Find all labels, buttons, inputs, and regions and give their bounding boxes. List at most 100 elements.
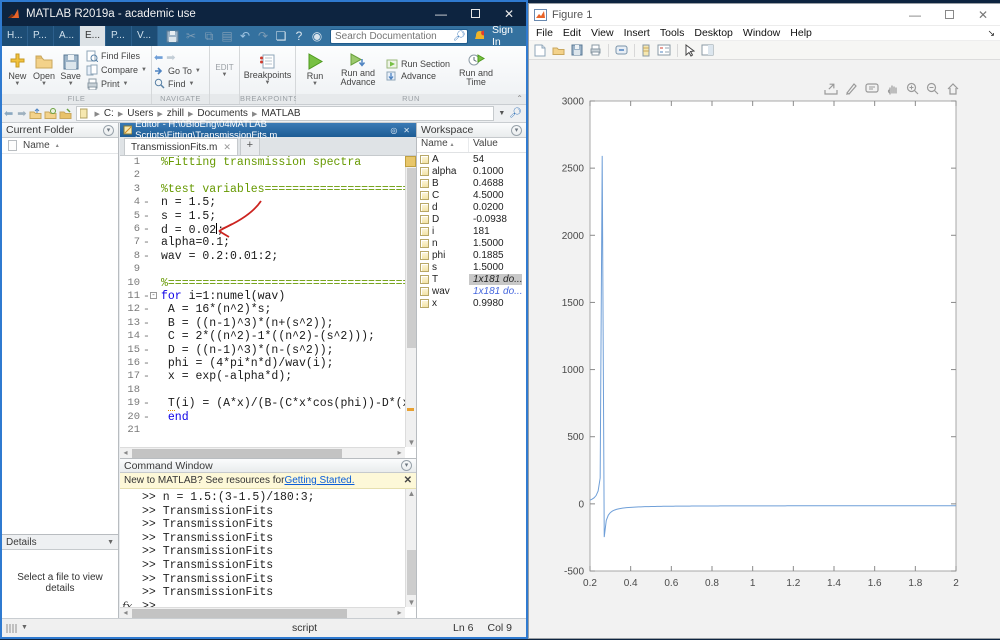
copy-icon[interactable]: ⧉ (202, 29, 216, 44)
collapse-ribbon-icon[interactable]: ⌃ (516, 94, 523, 103)
switch-windows-icon[interactable]: ❏ (274, 29, 288, 43)
notification-bell-icon[interactable] (474, 30, 484, 42)
editor-vertical-scrollbar[interactable]: ▲ ▼ (405, 156, 416, 447)
code-line-21[interactable]: 21 (120, 424, 405, 437)
link-plot-icon[interactable] (615, 44, 628, 56)
new-button[interactable]: New▼ (6, 53, 29, 87)
minimize-button[interactable]: — (424, 2, 458, 26)
code-line-11[interactable]: 11--for i=1:numel(wav) (120, 290, 405, 303)
code-line-4[interactable]: 4-n = 1.5; (120, 196, 405, 209)
editor-close-icon[interactable]: ✕ (400, 126, 413, 135)
close-button[interactable]: ✕ (966, 3, 1000, 27)
code-line-7[interactable]: 7-alpha=0.1; (120, 236, 405, 249)
nav-forward-icon[interactable]: ➡︎ (17, 107, 26, 120)
code-analyzer-marker[interactable] (407, 408, 414, 411)
save-button[interactable]: Save▼ (59, 54, 82, 87)
nav-back-icon[interactable]: ⬅︎ (4, 107, 13, 120)
breakpoints-button[interactable]: Breakpoints▼ (244, 54, 292, 86)
grip-icon[interactable]: ▼ (6, 624, 28, 633)
code-line-19[interactable]: 19- T(i) = (A*x)/(B-(C*x*cos(phi))-D*(x^… (120, 397, 405, 410)
save-figure-icon[interactable] (571, 44, 583, 56)
getting-started-link[interactable]: Getting Started. (284, 475, 354, 486)
workspace-row-D[interactable]: D-0.0938 (417, 213, 526, 225)
undo-icon[interactable]: ↶ (238, 29, 252, 43)
code-line-9[interactable]: 9 (120, 263, 405, 276)
command-vertical-scrollbar[interactable]: ▲ ▼ (405, 489, 416, 607)
figure-menu-help[interactable]: Help (790, 27, 812, 39)
code-line-17[interactable]: 17- x = exp(-alpha*d); (120, 370, 405, 383)
code-line-15[interactable]: 15- D = ((n-1)^3)*(n-(s^2)); (120, 344, 405, 357)
breadcrumb-item[interactable]: zhill (167, 108, 184, 119)
panel-menu-icon[interactable]: ▾ (401, 460, 412, 471)
figure-menu-file[interactable]: File (536, 27, 553, 39)
advance-button[interactable]: Advance (386, 71, 450, 81)
workspace-row-d[interactable]: d0.0200 (417, 201, 526, 213)
minimize-button[interactable]: — (898, 3, 932, 27)
ribbon-tab-1[interactable]: P... (28, 26, 54, 46)
tab-close-icon[interactable]: ✕ (223, 142, 231, 153)
up-folder-icon[interactable] (29, 108, 42, 119)
code-line-14[interactable]: 14- C = 2*((n^2)-1*((n^2)-(s^2))); (120, 330, 405, 343)
code-line-3[interactable]: 3%test variables========================… (120, 183, 405, 196)
code-analyzer-indicator[interactable] (405, 156, 416, 167)
editor-horizontal-scrollbar[interactable]: ◂ ▸ (120, 447, 405, 458)
print-figure-icon[interactable] (589, 44, 602, 56)
new-tab-button[interactable]: + (240, 138, 260, 155)
code-line-5[interactable]: 5-s = 1.5; (120, 210, 405, 223)
code-line-8[interactable]: 8-wav = 0.2:0.01:2; (120, 250, 405, 263)
address-search-icon[interactable]: 🔎︎ (509, 108, 522, 119)
community-icon[interactable]: ◉ (310, 29, 324, 43)
run-button[interactable]: Run▼ (300, 53, 330, 87)
code-line-16[interactable]: 16- phi = (4*pi*n*d)/wav(i); (120, 357, 405, 370)
code-line-1[interactable]: 1%Fitting transmission spectra (120, 156, 405, 169)
workspace-row-alpha[interactable]: alpha0.1000 (417, 165, 526, 177)
figure-menu-insert[interactable]: Insert (624, 27, 650, 39)
back-arrow-icon[interactable]: ⬅︎ (154, 51, 163, 64)
command-horizontal-scrollbar[interactable]: ◂ ▸ (120, 607, 405, 618)
chevron-down-icon[interactable]: ▼ (107, 539, 114, 546)
panel-menu-icon[interactable]: ▾ (511, 125, 522, 136)
open-file-icon[interactable] (552, 44, 565, 56)
workspace-row-T[interactable]: T1x181 do... (417, 273, 526, 285)
code-line-13[interactable]: 13- B = ((n-1)^3)*(n+(s^2)); (120, 317, 405, 330)
breadcrumb-item[interactable]: MATLAB (261, 108, 300, 119)
cut-icon[interactable]: ✂ (184, 29, 198, 43)
ribbon-tab-0[interactable]: H... (2, 26, 28, 46)
workspace-row-C[interactable]: C4.5000 (417, 189, 526, 201)
code-line-6[interactable]: 6-d = 0.02; (120, 223, 405, 236)
figure-menu-desktop[interactable]: Desktop (694, 27, 733, 39)
close-button[interactable]: ✕ (492, 2, 526, 26)
command-window-body[interactable]: >> n = 1.5:(3-1.5)/180:3;>> Transmission… (120, 489, 405, 607)
ribbon-tab-4[interactable]: P... (106, 26, 132, 46)
transmission-plot[interactable]: 0.20.40.60.811.21.41.61.82-5000500100015… (529, 60, 1000, 640)
banner-close-icon[interactable]: ✕ (404, 475, 412, 486)
search-icon[interactable]: 🔎︎ (453, 31, 466, 42)
code-line-10[interactable]: 10%=====================================… (120, 277, 405, 290)
edit-plot-icon[interactable] (684, 44, 695, 57)
compare-button[interactable]: Compare▼ (86, 64, 147, 76)
breadcrumb-item[interactable]: C: (104, 108, 114, 119)
dock-figure-icon[interactable]: ↘ (987, 28, 995, 39)
figure-menu-window[interactable]: Window (743, 27, 780, 39)
workspace-column-headers[interactable]: Name ▴ Value (417, 138, 526, 153)
save-icon[interactable] (166, 30, 180, 43)
run-and-time-button[interactable]: Run and Time (456, 53, 496, 88)
code-area[interactable]: 1%Fitting transmission spectra23%test va… (120, 156, 405, 447)
open-button[interactable]: Open▼ (33, 53, 56, 87)
workspace-row-wav[interactable]: wav1x181 do... (417, 285, 526, 297)
code-line-18[interactable]: 18 (120, 384, 405, 397)
print-button[interactable]: Print▼ (86, 78, 147, 90)
insert-legend-icon[interactable] (657, 44, 671, 56)
edit-button[interactable]: EDIT▼ (214, 63, 235, 78)
insert-colorbar-icon[interactable] (641, 44, 651, 57)
workspace-row-A[interactable]: A54 (417, 153, 526, 165)
workspace-row-i[interactable]: i181 (417, 225, 526, 237)
workspace-row-B[interactable]: B0.4688 (417, 177, 526, 189)
code-line-2[interactable]: 2 (120, 169, 405, 182)
code-line-20[interactable]: 20- end (120, 411, 405, 424)
workspace-row-phi[interactable]: phi0.1885 (417, 249, 526, 261)
code-line-12[interactable]: 12- A = 16*(n^2)*s; (120, 303, 405, 316)
editor-tab[interactable]: TransmissionFits.m ✕ (124, 138, 238, 155)
browse-folder-icon[interactable] (59, 108, 72, 119)
new-folder-icon[interactable] (44, 108, 57, 119)
